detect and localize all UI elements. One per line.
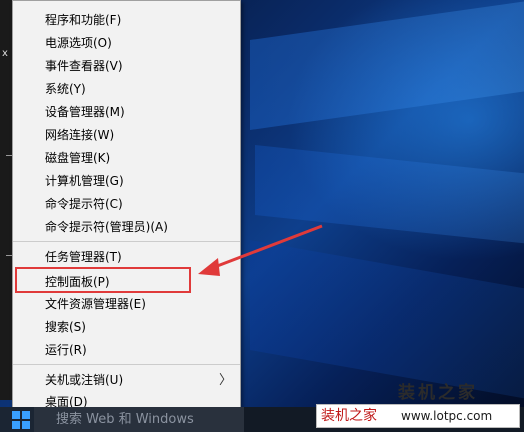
light-beam bbox=[250, 0, 524, 131]
watermark-logo: 装机之家 bbox=[398, 383, 478, 403]
menu-item-system[interactable]: 系统(Y) bbox=[13, 78, 240, 101]
menu-item-device-manager[interactable]: 设备管理器(M) bbox=[13, 101, 240, 124]
menu-item-command-prompt[interactable]: 命令提示符(C) bbox=[13, 193, 240, 216]
left-window-edge: x bbox=[0, 0, 12, 400]
menu-item-search[interactable]: 搜索(S) bbox=[13, 316, 240, 339]
menu-separator bbox=[13, 364, 240, 365]
watermark-url: www.lotpc.com bbox=[401, 409, 493, 423]
menu-item-run[interactable]: 运行(R) bbox=[13, 339, 240, 362]
menu-item-computer-management[interactable]: 计算机管理(G) bbox=[13, 170, 240, 193]
menu-item-disk-management[interactable]: 磁盘管理(K) bbox=[13, 147, 240, 170]
menu-item-label: 关机或注销(U) bbox=[45, 373, 124, 387]
watermark-banner: 装机之家 www.lotpc.com bbox=[316, 404, 520, 428]
close-mark: x bbox=[2, 48, 8, 59]
search-placeholder: 搜索 Web 和 Windows bbox=[56, 412, 194, 427]
menu-item-file-explorer[interactable]: 文件资源管理器(E) bbox=[13, 293, 240, 316]
red-arrow-icon bbox=[198, 224, 323, 276]
menu-item-event-viewer[interactable]: 事件查看器(V) bbox=[13, 55, 240, 78]
windows-start-icon[interactable] bbox=[12, 411, 30, 429]
menu-item-power-options[interactable]: 电源选项(O) bbox=[13, 32, 240, 55]
menu-item-programs-features[interactable]: 程序和功能(F) bbox=[13, 9, 240, 32]
highlight-box bbox=[15, 267, 191, 293]
watermark-name: 装机之家 bbox=[321, 408, 377, 424]
winx-context-menu: 程序和功能(F) 电源选项(O) 事件查看器(V) 系统(Y) 设备管理器(M)… bbox=[12, 0, 241, 417]
chevron-right-icon: 〉 bbox=[218, 373, 232, 388]
menu-item-shutdown-signout[interactable]: 关机或注销(U) 〉 bbox=[13, 369, 240, 392]
menu-item-network-connections[interactable]: 网络连接(W) bbox=[13, 124, 240, 147]
